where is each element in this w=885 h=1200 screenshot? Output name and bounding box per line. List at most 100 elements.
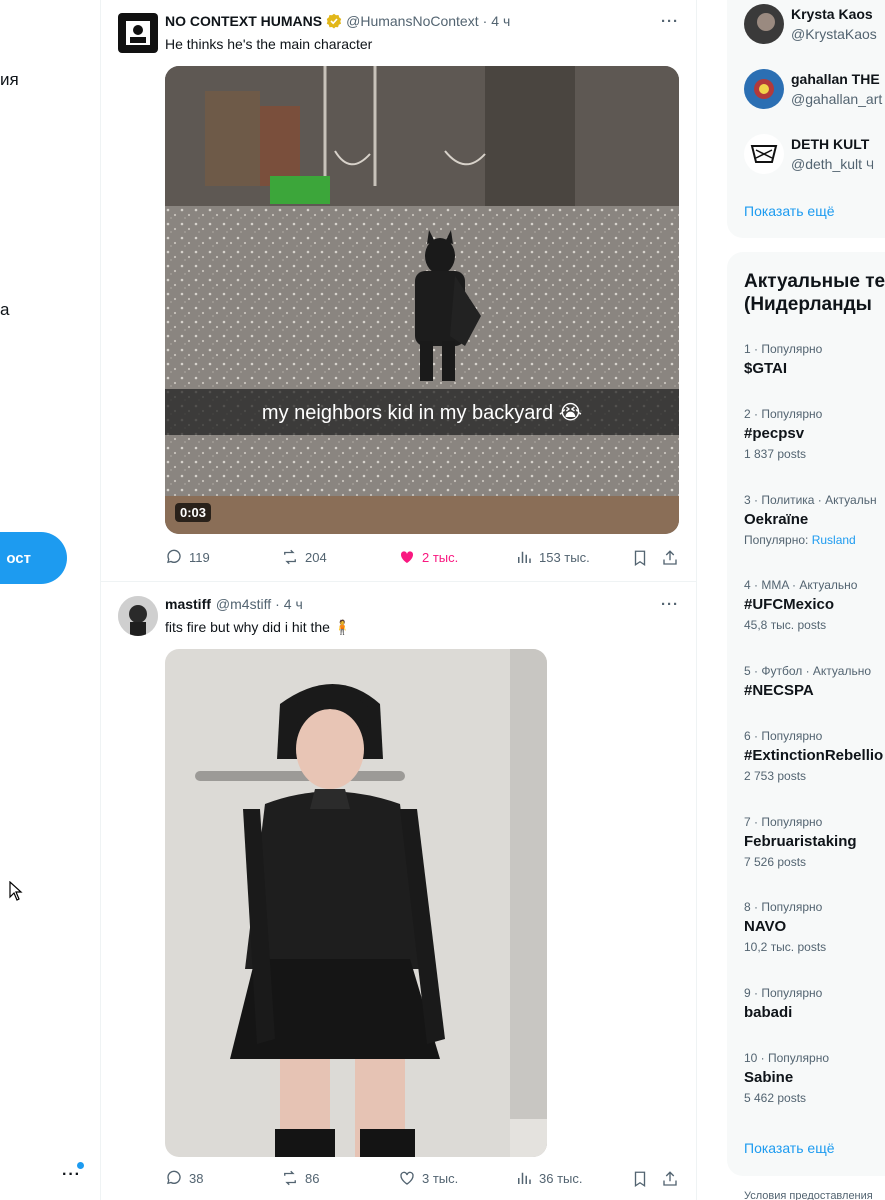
- user-name[interactable]: Krysta Kaos: [791, 6, 873, 22]
- show-more-link[interactable]: Показать ещё: [744, 203, 835, 219]
- trend-meta: 9 · Популярно: [744, 986, 823, 1000]
- video-caption: my neighbors kid in my backyard 😭: [165, 389, 679, 435]
- tweet[interactable]: mastiff @m4stiff · 4 ч ··· fits fire but…: [101, 583, 697, 1200]
- post-button-label: ост: [6, 549, 31, 567]
- trends-title: Актуальные те (Нидерланды: [744, 270, 885, 316]
- trend-item[interactable]: 10 · Популярно Sabine 5 462 posts: [744, 1051, 885, 1105]
- avatar-image: [744, 134, 784, 174]
- trend-item[interactable]: 6 · Популярно #ExtinctionRebellio 2 753 …: [744, 729, 885, 783]
- video-player[interactable]: my neighbors kid in my backyard 😭 0:03: [165, 66, 679, 534]
- bookmark-icon[interactable]: [631, 549, 649, 567]
- follow-suggestion[interactable]: gahallan THE @gahallan_art: [744, 69, 885, 113]
- avatar[interactable]: [118, 13, 158, 53]
- author-name[interactable]: NO CONTEXT HUMANS: [165, 13, 322, 29]
- like-count: 3 тыс.: [422, 1170, 459, 1186]
- follow-suggestion[interactable]: Krysta Kaos @KrystaKaos: [744, 4, 885, 48]
- reply-button[interactable]: 119: [165, 548, 210, 566]
- video-duration: 0:03: [175, 503, 212, 522]
- photo: [165, 649, 547, 1157]
- user-handle[interactable]: @gahallan_art: [791, 91, 882, 107]
- repost-button[interactable]: 204: [281, 548, 327, 566]
- nav-item-fragment[interactable]: а: [0, 300, 9, 320]
- tweet-text: fits fire but why did i hit the 🧍: [165, 619, 352, 635]
- verified-badge-icon[interactable]: [326, 13, 342, 29]
- trend-name: Sabine: [744, 1069, 794, 1086]
- tweet-text: He thinks he's the main character: [165, 36, 373, 52]
- author-handle[interactable]: @HumansNoContext: [346, 13, 479, 29]
- timeline-feed: NO CONTEXT HUMANS @HumansNoContext · 4 ч…: [101, 0, 697, 1200]
- avatar-image: [118, 596, 158, 636]
- repost-icon: [284, 1170, 296, 1186]
- author-name[interactable]: mastiff: [165, 596, 211, 612]
- avatar[interactable]: [744, 69, 784, 109]
- trend-item[interactable]: 9 · Популярно babadi: [744, 986, 885, 1021]
- trends-panel: [727, 252, 885, 1176]
- user-name[interactable]: gahallan THE: [791, 71, 880, 87]
- avatar[interactable]: [118, 596, 158, 636]
- avatar[interactable]: [744, 134, 784, 174]
- bookmark-icon[interactable]: [631, 1170, 649, 1188]
- heart-icon: [400, 1171, 414, 1185]
- trend-item[interactable]: 4 · MMA · Актуально #UFCMexico 45,8 тыс.…: [744, 578, 885, 632]
- views-button[interactable]: 36 тыс.: [515, 1169, 582, 1187]
- tweet-time[interactable]: 4 ч: [491, 13, 510, 29]
- trend-meta: 5 · Футбол · Актуально: [744, 664, 872, 678]
- trend-item[interactable]: 1 · Популярно $GTAI: [744, 342, 885, 377]
- trend-count: 45,8 тыс. posts: [744, 618, 827, 632]
- more-options-icon[interactable]: ···: [661, 596, 679, 613]
- trend-count: 5 462 posts: [744, 1091, 807, 1105]
- like-button[interactable]: 2 тыс.: [398, 548, 458, 566]
- user-placeholder-icon: [126, 21, 150, 45]
- trend-name: #pecpsv: [744, 425, 805, 442]
- share-icon[interactable]: [661, 1170, 679, 1188]
- views-button[interactable]: 153 тыс.: [515, 548, 590, 566]
- footer-link[interactable]: Условия предоставления: [744, 1190, 873, 1200]
- trend-item[interactable]: 5 · Футбол · Актуально #NECSPA: [744, 664, 885, 699]
- trend-item[interactable]: 8 · Популярно NAVO 10,2 тыс. posts: [744, 900, 885, 954]
- post-button[interactable]: ост: [0, 532, 67, 584]
- author-handle[interactable]: @m4stiff: [216, 596, 271, 612]
- trend-item[interactable]: 2 · Популярно #pecpsv 1 837 posts: [744, 407, 885, 461]
- tweet-actions: 38 86 3 тыс. 36 тыс.: [165, 1169, 680, 1189]
- trend-meta: 4 · MMA · Актуально: [744, 578, 858, 592]
- reply-count: 38: [189, 1170, 204, 1186]
- share-icon[interactable]: [661, 549, 679, 567]
- avatar-image: [744, 69, 784, 109]
- trend-count: 1 837 posts: [744, 447, 807, 461]
- views-icon: [518, 1172, 531, 1184]
- video-frame: [165, 66, 679, 534]
- trend-name: NAVO: [744, 918, 787, 935]
- trend-meta: 8 · Популярно: [744, 900, 823, 914]
- trend-meta: 3 · Политика · Актуальн: [744, 493, 877, 507]
- trend-name: Oekraïne: [744, 511, 809, 528]
- trend-name: babadi: [744, 1004, 793, 1021]
- trend-meta: 6 · Популярно: [744, 729, 823, 743]
- tweet-time[interactable]: 4 ч: [284, 596, 303, 612]
- right-sidebar: Krysta Kaos @KrystaKaos gahallan THE @ga…: [727, 0, 885, 1200]
- trend-count: 7 526 posts: [744, 855, 807, 869]
- left-sidebar: ия а ост ···: [0, 0, 101, 1200]
- avatar[interactable]: [744, 4, 784, 44]
- follow-suggestion[interactable]: DETH KULT @deth_kult Ч: [744, 134, 885, 178]
- mouse-cursor-icon: [9, 881, 23, 901]
- user-name[interactable]: DETH KULT: [791, 136, 869, 152]
- trend-item[interactable]: 3 · Политика · Актуальн Oekraïne Популяр…: [744, 493, 885, 547]
- repost-button[interactable]: 86: [281, 1169, 319, 1187]
- more-options-icon[interactable]: ···: [661, 13, 679, 30]
- tweet-header: NO CONTEXT HUMANS @HumansNoContext · 4 ч: [165, 13, 510, 29]
- tweet-image[interactable]: [165, 649, 547, 1157]
- user-handle[interactable]: @KrystaKaos: [791, 26, 877, 42]
- user-handle[interactable]: @deth_kult Ч: [791, 156, 874, 172]
- view-count: 153 тыс.: [539, 549, 590, 565]
- nav-item-fragment[interactable]: ия: [0, 70, 19, 90]
- trend-meta: 2 · Популярно: [744, 407, 823, 421]
- reply-button[interactable]: 38: [165, 1169, 203, 1187]
- trend-related-link[interactable]: Rusland: [812, 533, 856, 547]
- like-button[interactable]: 3 тыс.: [398, 1169, 458, 1187]
- reply-count: 119: [189, 549, 210, 565]
- follows-you-fragment: Ч: [865, 158, 874, 172]
- trend-item[interactable]: 7 · Популярно Februaristaking 7 526 post…: [744, 815, 885, 869]
- views-icon: [518, 551, 531, 563]
- tweet[interactable]: NO CONTEXT HUMANS @HumansNoContext · 4 ч…: [101, 0, 697, 582]
- show-more-link[interactable]: Показать ещё: [744, 1140, 835, 1156]
